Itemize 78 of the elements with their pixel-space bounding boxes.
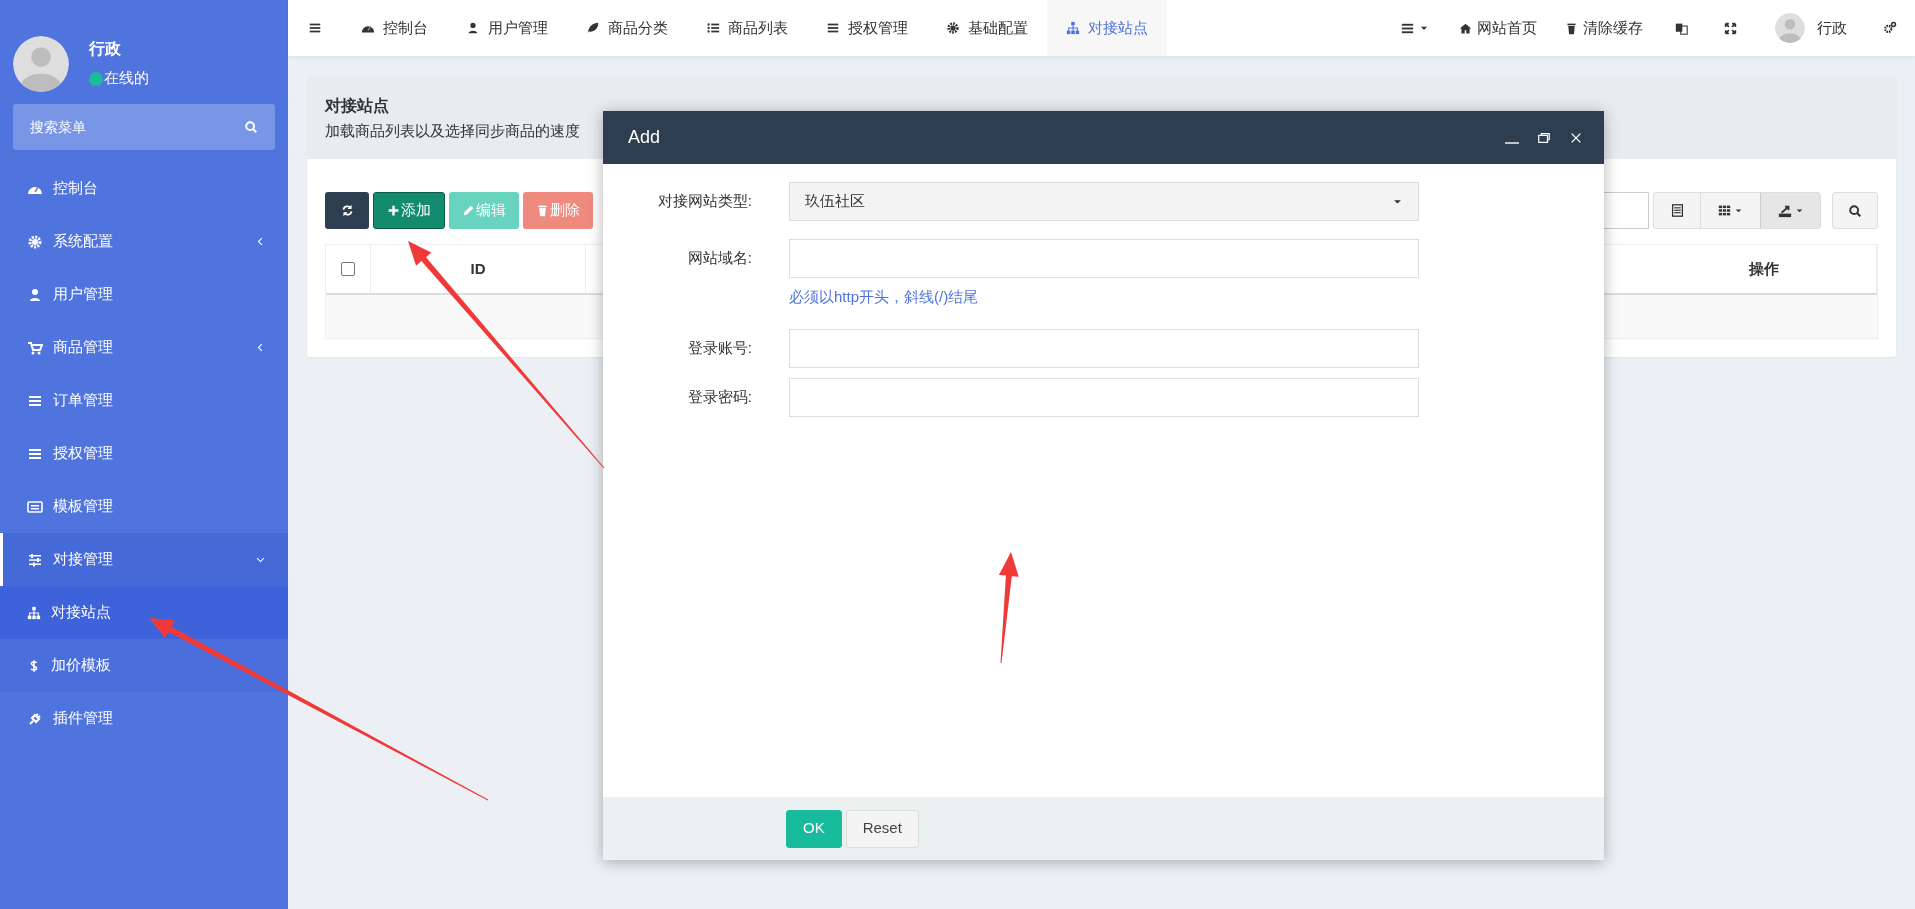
tab-icon xyxy=(586,21,600,35)
caret-icon xyxy=(1794,206,1804,215)
sidebar-item[interactable]: 控制台 xyxy=(0,162,288,215)
menu-icon xyxy=(308,21,322,35)
column-header: 操作 xyxy=(1652,245,1877,293)
nav-link[interactable]: 网站首页 xyxy=(1445,0,1551,56)
select-all-checkbox[interactable] xyxy=(341,262,355,276)
text-input[interactable] xyxy=(789,239,1419,278)
menu-icon xyxy=(27,233,43,250)
reset-button[interactable]: Reset xyxy=(845,809,919,848)
menu-icon xyxy=(27,605,41,620)
sidebar-item[interactable]: 系统配置 xyxy=(0,215,288,268)
nav-tab[interactable]: 基础配置 xyxy=(927,0,1047,56)
settings-icon xyxy=(1883,21,1897,35)
sidebar-item[interactable]: 插件管理 xyxy=(0,692,288,745)
grid-icon xyxy=(1718,204,1731,217)
tab-icon xyxy=(1066,21,1080,35)
list-view-icon xyxy=(1670,204,1684,217)
refresh-button[interactable] xyxy=(325,192,369,229)
tab-icon xyxy=(946,21,960,35)
avatar-icon xyxy=(1775,13,1805,43)
menu-icon xyxy=(27,498,43,515)
menu-icon xyxy=(27,710,43,727)
menu-icon xyxy=(27,551,43,568)
sidebar-subitem[interactable]: 对接站点 xyxy=(0,586,288,639)
menu-icon xyxy=(27,339,43,356)
sidebar-item[interactable]: 订单管理 xyxy=(0,374,288,427)
help-text: 必须以http开头，斜线(/)结尾 xyxy=(789,287,980,307)
tab-icon xyxy=(706,21,720,35)
sidebar-item[interactable]: 对接管理 xyxy=(0,533,288,586)
plus-icon xyxy=(387,204,400,217)
trash-icon xyxy=(1565,21,1578,35)
nav-link[interactable]: 清除缓存 xyxy=(1551,0,1657,56)
user-status: 在线的 xyxy=(104,68,149,89)
refresh-icon xyxy=(340,204,354,217)
field-label: 网站域名: xyxy=(686,248,752,269)
user-menu[interactable]: 行政 xyxy=(1755,0,1865,56)
export-button[interactable] xyxy=(1760,193,1820,228)
search-icon xyxy=(244,120,258,134)
select-value: 玖伍社区 xyxy=(805,191,866,212)
search-button[interactable] xyxy=(1832,192,1878,229)
tab-icon xyxy=(466,21,480,35)
expand-icon xyxy=(1724,21,1737,35)
user-name: 行政 xyxy=(89,39,122,60)
sidebar-item[interactable]: 授权管理 xyxy=(0,427,288,480)
sidebar-item[interactable]: 模板管理 xyxy=(0,480,288,533)
nav-tab[interactable]: 用户管理 xyxy=(447,0,567,56)
minimize-icon xyxy=(1505,141,1519,144)
menu-icon xyxy=(27,286,43,303)
select-field[interactable]: 玖伍社区 xyxy=(789,182,1419,221)
pencil-icon xyxy=(462,204,475,217)
sidebar-item[interactable]: 用户管理 xyxy=(0,268,288,321)
text-input[interactable] xyxy=(789,377,1419,417)
ok-button[interactable]: OK xyxy=(786,809,842,848)
field-label: 登录密码: xyxy=(686,386,752,407)
caret-icon xyxy=(1734,206,1743,215)
avatar-icon xyxy=(13,35,69,92)
add-button[interactable]: 添加 xyxy=(373,192,445,229)
home-icon xyxy=(1459,21,1472,35)
sidebar-subitem[interactable]: 加价模板 xyxy=(0,639,288,692)
nav-tab[interactable]: 对接站点 xyxy=(1047,0,1167,56)
dialog-title: Add xyxy=(628,126,661,149)
nav-tab[interactable]: 授权管理 xyxy=(807,0,927,56)
export-icon xyxy=(1777,203,1792,218)
nav-tab[interactable]: 控制台 xyxy=(342,0,447,56)
field-label: 登录账号: xyxy=(686,337,752,358)
panel-description: 加载商品列表以及选择同步商品的速度 xyxy=(325,121,580,141)
sidebar-item[interactable]: 商品管理 xyxy=(0,321,288,374)
text-input[interactable] xyxy=(789,328,1419,368)
search-icon xyxy=(1848,203,1862,218)
panel-title: 对接站点 xyxy=(325,96,390,116)
search-field[interactable]: 搜索菜单 xyxy=(13,104,275,150)
nav-tab[interactable]: 商品列表 xyxy=(687,0,807,56)
tab-icon xyxy=(826,21,840,35)
restore-icon xyxy=(1537,130,1551,145)
field-label: 对接网站类型: xyxy=(656,191,752,212)
trash-icon xyxy=(536,204,549,217)
nav-tab[interactable]: 商品分类 xyxy=(567,0,687,56)
